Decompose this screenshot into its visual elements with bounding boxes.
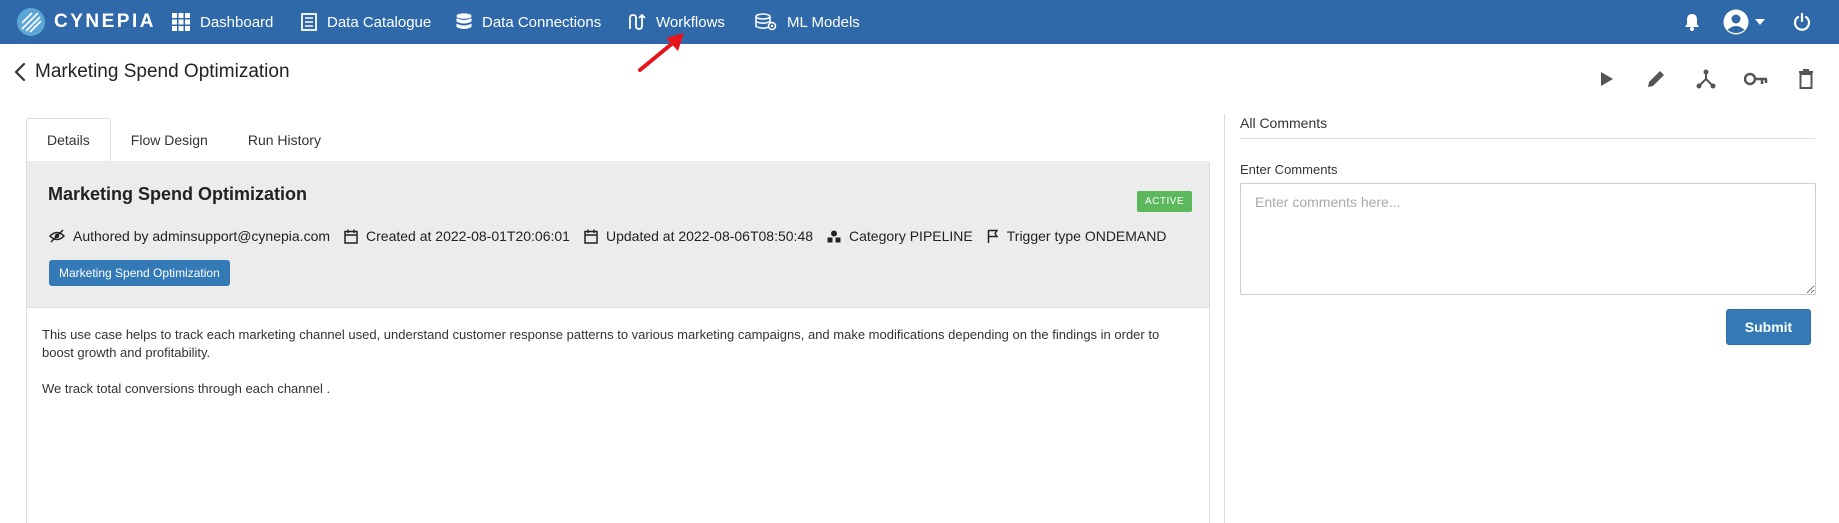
tab-flow-design[interactable]: Flow Design	[111, 118, 228, 162]
chevron-down-icon	[1755, 19, 1765, 25]
power-icon	[1793, 13, 1811, 31]
meta-category: Category PIPELINE	[827, 228, 973, 244]
flag-icon	[987, 229, 999, 243]
play-icon	[1601, 72, 1613, 86]
user-account-icon	[1723, 9, 1749, 35]
calendar-icon	[344, 229, 358, 244]
all-comments-heading: All Comments	[1240, 115, 1328, 131]
fork-icon	[1696, 69, 1716, 89]
shapes-icon	[827, 230, 841, 242]
details-header-panel: Marketing Spend Optimization ACTIVE Auth…	[26, 161, 1210, 307]
nav-ml-models-label: ML Models	[787, 13, 860, 31]
bell-icon	[1685, 14, 1699, 31]
brand[interactable]: CYNEPIA	[16, 4, 156, 40]
logout-button[interactable]	[1793, 0, 1811, 44]
meta-trigger-text: Trigger type ONDEMAND	[1006, 228, 1167, 244]
fork-button[interactable]	[1693, 66, 1719, 92]
meta-category-text: Category PIPELINE	[849, 228, 973, 244]
vertical-divider	[1224, 114, 1225, 523]
meta-row: Authored by adminsupport@cynepia.com Cre…	[49, 228, 1181, 244]
enter-comments-label: Enter Comments	[1240, 162, 1338, 177]
meta-trigger: Trigger type ONDEMAND	[987, 228, 1167, 244]
workflow-icon	[629, 13, 646, 30]
database-icon	[456, 13, 472, 29]
access-key-button[interactable]	[1743, 66, 1769, 92]
description-paragraph: We track total conversions through each …	[42, 381, 331, 396]
meta-author: Authored by adminsupport@cynepia.com	[49, 228, 330, 244]
meta-created-text: Created at 2022-08-01T20:06:01	[366, 228, 570, 244]
meta-author-text: Authored by adminsupport@cynepia.com	[73, 228, 331, 244]
calendar-icon	[584, 229, 598, 244]
status-badge: ACTIVE	[1137, 191, 1193, 212]
nav-dashboard[interactable]: Dashboard	[172, 0, 273, 44]
description-paragraph: This use case helps to track each market…	[42, 327, 1160, 360]
catalogue-icon	[301, 13, 317, 31]
page-title: Marketing Spend Optimization	[35, 61, 290, 82]
top-navbar: CYNEPIA Dashboard Data Catalogue Data Co…	[0, 0, 1839, 44]
meta-updated: Updated at 2022-08-06T08:50:48	[584, 228, 813, 244]
ml-models-icon	[755, 13, 777, 31]
workflow-name: Marketing Spend Optimization	[48, 184, 308, 204]
grid-icon	[172, 13, 190, 31]
cynepia-logo-icon	[17, 8, 45, 36]
edit-button[interactable]	[1643, 66, 1669, 92]
nav-workflows-label: Workflows	[656, 13, 725, 31]
comment-input[interactable]	[1240, 183, 1816, 295]
workflow-tag[interactable]: Marketing Spend Optimization	[49, 260, 230, 286]
chevron-left-icon	[14, 62, 26, 82]
run-button[interactable]	[1594, 66, 1620, 92]
submit-button[interactable]: Submit	[1726, 309, 1811, 345]
nav-ml-models[interactable]: ML Models	[755, 0, 860, 44]
nav-data-catalogue[interactable]: Data Catalogue	[301, 0, 431, 44]
user-menu-button[interactable]	[1723, 0, 1765, 44]
annotation-arrow-icon	[638, 33, 684, 72]
trash-icon	[1799, 69, 1813, 89]
delete-button[interactable]	[1793, 66, 1819, 92]
comments-divider	[1240, 138, 1815, 139]
nav-data-catalogue-label: Data Catalogue	[327, 13, 432, 31]
back-button[interactable]	[8, 58, 32, 86]
nav-data-connections-label: Data Connections	[482, 13, 602, 31]
nav-dashboard-label: Dashboard	[200, 13, 274, 31]
notifications-button[interactable]	[1684, 0, 1700, 44]
description-panel: This use case helps to track each market…	[26, 307, 1210, 523]
key-icon	[1744, 72, 1768, 86]
workflow-tabs: Details Flow Design Run History	[26, 118, 341, 162]
eye-slash-icon	[49, 229, 65, 243]
tab-run-history[interactable]: Run History	[228, 118, 341, 162]
tab-details[interactable]: Details	[26, 118, 111, 162]
meta-updated-text: Updated at 2022-08-06T08:50:48	[605, 228, 814, 244]
brand-name: CYNEPIA	[54, 11, 156, 32]
nav-data-connections[interactable]: Data Connections	[456, 0, 601, 44]
meta-created: Created at 2022-08-01T20:06:01	[344, 228, 570, 244]
edit-icon	[1648, 71, 1664, 87]
